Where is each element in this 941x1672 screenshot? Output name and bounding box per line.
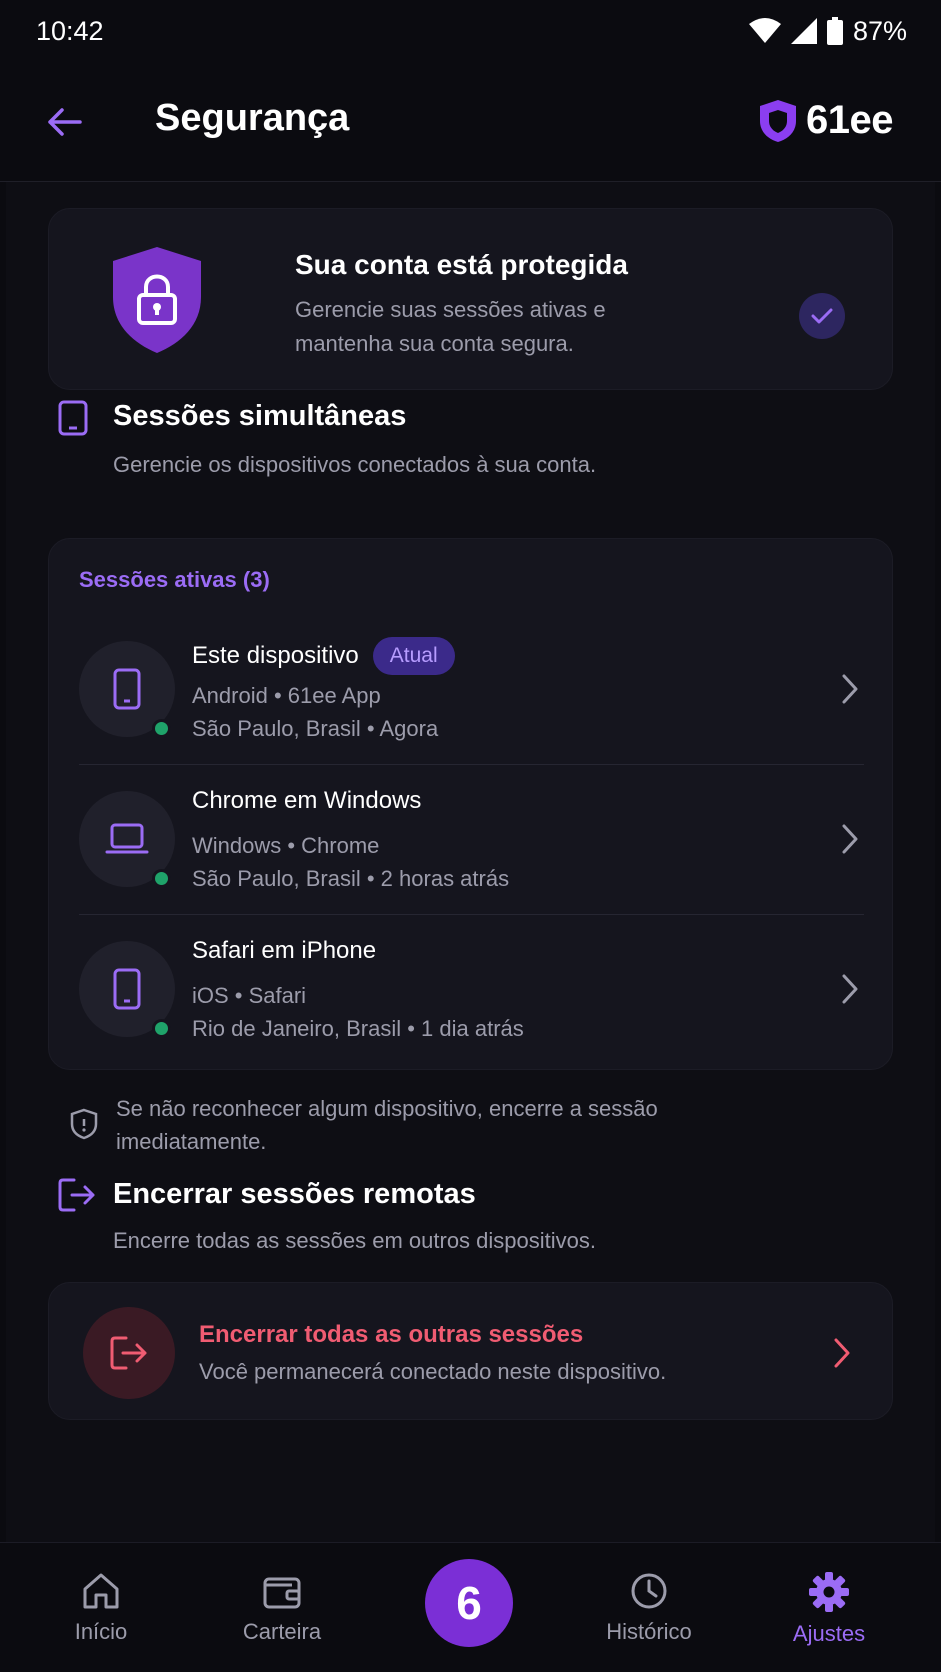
end-all-sessions-button[interactable]: Encerrar todas as outras sessões Você pe… bbox=[48, 1282, 893, 1420]
current-badge: Atual bbox=[372, 637, 455, 675]
back-button[interactable] bbox=[44, 102, 84, 142]
battery-percent: 87% bbox=[852, 15, 907, 46]
session-platform: Android • 61ee App bbox=[192, 683, 381, 708]
page-title: Segurança bbox=[155, 97, 350, 139]
session-platform: Windows • Chrome bbox=[192, 833, 380, 858]
online-indicator bbox=[152, 719, 171, 738]
chevron-right-icon bbox=[842, 824, 858, 854]
phone-icon bbox=[113, 968, 141, 1010]
session-row[interactable]: Chrome em Windows Windows • Chrome São P… bbox=[49, 765, 894, 915]
sessions-section-title: Sessões simultâneas bbox=[113, 400, 407, 432]
laptop-icon bbox=[105, 823, 149, 854]
status-bar: 10:42 87% bbox=[0, 0, 941, 62]
active-sessions-label: Sessões ativas (3) bbox=[79, 567, 270, 592]
clock-icon bbox=[631, 1573, 667, 1609]
protection-card: Sua conta está protegida Gerencie suas s… bbox=[48, 208, 893, 390]
session-name: Safari em iPhone bbox=[192, 937, 377, 964]
chevron-right-icon bbox=[842, 674, 858, 704]
remote-section-description: Encerre todas as sessões em outros dispo… bbox=[113, 1228, 597, 1253]
logout-icon-circle bbox=[83, 1307, 175, 1399]
end-sessions-title: Encerrar todas as outras sessões bbox=[199, 1321, 584, 1348]
session-row[interactable]: Este dispositivo Atual Android • 61ee Ap… bbox=[49, 615, 894, 765]
nav-item-ajustes[interactable]: Ajustes bbox=[769, 1571, 889, 1647]
nav-label: Início bbox=[74, 1619, 128, 1644]
nav-item-inicio[interactable]: Início bbox=[41, 1571, 161, 1645]
shield-logo-icon bbox=[760, 99, 797, 142]
status-icons: 87% bbox=[748, 15, 907, 47]
lock-shield-icon bbox=[113, 247, 201, 353]
remote-section-title: Encerrar sessões remotas bbox=[113, 1178, 476, 1210]
app-bar: Segurança 61ee bbox=[0, 62, 941, 182]
session-location: Rio de Janeiro, Brasil • 1 dia atrás bbox=[192, 1016, 524, 1041]
signal-icon bbox=[790, 18, 817, 44]
protection-description: Gerencie suas sessões ativas e mantenha … bbox=[295, 297, 606, 356]
session-device-name: Chrome em Windows bbox=[192, 787, 421, 815]
nav-item-historico[interactable]: Histórico bbox=[589, 1571, 709, 1645]
status-time: 10:42 bbox=[36, 15, 104, 46]
nav-label: Histórico bbox=[606, 1619, 692, 1644]
main-content: Sua conta está protegida Gerencie suas s… bbox=[6, 182, 935, 1542]
session-platform: iOS • Safari bbox=[192, 983, 307, 1008]
chevron-right-icon bbox=[834, 1338, 850, 1368]
sessions-section-description: Gerencie os dispositivos conectados à su… bbox=[113, 452, 597, 477]
logout-icon bbox=[110, 1336, 147, 1370]
check-icon bbox=[811, 308, 833, 324]
arrow-left-icon bbox=[48, 108, 82, 136]
nav-label: Ajustes bbox=[792, 1621, 866, 1646]
nav-label: Carteira bbox=[242, 1619, 322, 1644]
nav-item-carteira[interactable]: Carteira bbox=[222, 1571, 342, 1645]
tablet-icon bbox=[58, 400, 88, 436]
shield-warning-icon bbox=[70, 1108, 98, 1140]
end-sessions-description: Você permanecerá conectado neste disposi… bbox=[199, 1359, 667, 1384]
chevron-right-icon bbox=[842, 974, 858, 1004]
session-device-name: Safari em iPhone bbox=[192, 937, 376, 965]
battery-icon bbox=[826, 17, 843, 45]
session-name: Este dispositivo bbox=[192, 642, 359, 669]
session-name: Chrome em Windows bbox=[192, 787, 422, 814]
session-location: São Paulo, Brasil • Agora bbox=[192, 716, 439, 741]
center-logo: 6 bbox=[456, 1577, 482, 1629]
session-location: São Paulo, Brasil • 2 horas atrás bbox=[192, 866, 510, 891]
brand-logo: 61ee bbox=[758, 98, 893, 143]
logout-icon bbox=[58, 1178, 95, 1212]
nav-center-button[interactable]: 6 bbox=[425, 1559, 513, 1647]
phone-icon bbox=[113, 668, 141, 710]
gear-icon bbox=[809, 1572, 849, 1612]
online-indicator bbox=[152, 1019, 171, 1038]
brand-name: 61ee bbox=[806, 98, 893, 142]
sessions-card: Sessões ativas (3) Este dispositivo Atua… bbox=[48, 538, 893, 1070]
check-badge bbox=[799, 293, 845, 339]
protection-title: Sua conta está protegida bbox=[295, 249, 628, 280]
online-indicator bbox=[152, 869, 171, 888]
wallet-icon bbox=[263, 1577, 301, 1609]
session-device-name: Este dispositivo Atual bbox=[192, 637, 455, 675]
session-row[interactable]: Safari em iPhone iOS • Safari Rio de Jan… bbox=[49, 915, 894, 1065]
wifi-icon bbox=[748, 18, 781, 43]
bottom-nav: Início Carteira 6 Histórico Ajustes bbox=[0, 1542, 941, 1672]
warning-text: Se não reconhecer algum dispositivo, enc… bbox=[116, 1096, 658, 1154]
home-icon bbox=[83, 1573, 119, 1609]
